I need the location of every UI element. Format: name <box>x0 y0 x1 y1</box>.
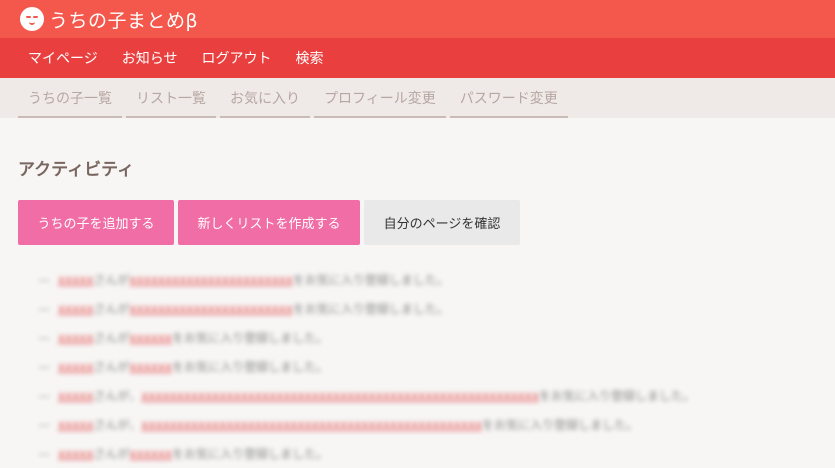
activity-text: さんが、 <box>93 389 142 403</box>
activity-item-link[interactable]: xxxxxxxxxxxxxxxxxxxxxxx <box>130 273 293 287</box>
activity-text: さんが <box>93 331 130 345</box>
activity-text: さんが <box>93 447 130 461</box>
list-item: — xxxxx さんが、 xxxxxxxxxxxxxxxxxxxxxxxxxxx… <box>38 388 695 404</box>
tab-profile-edit[interactable]: プロフィール変更 <box>314 88 446 118</box>
activity-text: をお気に入り登録しました。 <box>172 331 329 345</box>
list-item: — xxxxx さんが xxxxxx をお気に入り登録しました。 <box>38 359 329 375</box>
activity-text: をお気に入り登録しました。 <box>292 302 449 316</box>
activity-user-link[interactable]: xxxxx <box>58 331 94 345</box>
activity-text: をお気に入り登録しました。 <box>482 418 639 432</box>
activity-item-link[interactable]: xxxxxxxxxxxxxxxxxxxxxxxxxxxxxxxxxxxxxxxx… <box>141 418 482 432</box>
activity-user-link[interactable]: xxxxx <box>58 418 94 432</box>
add-child-button[interactable]: うちの子を追加する <box>18 200 174 245</box>
activity-item-link[interactable]: xxxxxx <box>130 447 173 461</box>
list-item: — xxxxx さんが xxxxxxxxxxxxxxxxxxxxxxx をお気に… <box>38 301 449 317</box>
smiley-logo-icon[interactable] <box>20 7 44 31</box>
nav-notices[interactable]: お知らせ <box>122 48 178 68</box>
activity-list: — xxxxx さんが xxxxxxxxxxxxxxxxxxxxxxx をお気に… <box>38 265 817 468</box>
main-nav: マイページ お知らせ ログアウト 検索 <box>0 38 835 78</box>
activity-user-link[interactable]: xxxxx <box>58 360 94 374</box>
activity-user-link[interactable]: xxxxx <box>58 447 94 461</box>
main-content: アクティビティ うちの子を追加する 新しくリストを作成する 自分のページを確認 … <box>0 155 835 468</box>
nav-logout[interactable]: ログアウト <box>201 48 271 68</box>
nav-search[interactable]: 検索 <box>295 48 323 68</box>
my-page-button[interactable]: 自分のページを確認 <box>364 200 520 245</box>
activity-text: さんが <box>93 360 130 374</box>
tab-list-list[interactable]: リスト一覧 <box>126 88 216 118</box>
activity-user-link[interactable]: xxxxx <box>58 389 94 403</box>
activity-title: アクティビティ <box>18 160 135 180</box>
tab-children-list[interactable]: うちの子一覧 <box>18 88 122 118</box>
site-logo-text[interactable]: うちの子まとめβ <box>49 6 198 33</box>
activity-item-link[interactable]: xxxxxxxxxxxxxxxxxxxxxxx <box>130 302 293 316</box>
activity-user-link[interactable]: xxxxx <box>58 302 94 316</box>
sub-nav: うちの子一覧 リスト一覧 お気に入り プロフィール変更 パスワード変更 <box>0 78 835 118</box>
nav-mypage[interactable]: マイページ <box>28 48 98 68</box>
activity-text: さんが <box>93 273 130 287</box>
activity-text: をお気に入り登録しました。 <box>172 360 329 374</box>
activity-text: をお気に入り登録しました。 <box>538 389 695 403</box>
activity-text: さんが、 <box>93 418 142 432</box>
activity-user-link[interactable]: xxxxx <box>58 273 94 287</box>
list-item: — xxxxx さんが xxxxxx をお気に入り登録しました。 <box>38 446 329 462</box>
activity-text: さんが <box>93 302 130 316</box>
create-list-button[interactable]: 新しくリストを作成する <box>178 200 360 245</box>
action-buttons: うちの子を追加する 新しくリストを作成する 自分のページを確認 <box>18 200 817 245</box>
tab-password-edit[interactable]: パスワード変更 <box>449 88 568 118</box>
activity-text: をお気に入り登録しました。 <box>172 447 329 461</box>
activity-item-link[interactable]: xxxxxxxxxxxxxxxxxxxxxxxxxxxxxxxxxxxxxxxx… <box>141 389 539 403</box>
activity-item-link[interactable]: xxxxxx <box>130 360 173 374</box>
activity-text: をお気に入り登録しました。 <box>292 273 449 287</box>
list-item: — xxxxx さんが xxxxxxxxxxxxxxxxxxxxxxx をお気に… <box>38 272 449 288</box>
tab-favorites[interactable]: お気に入り <box>220 88 310 118</box>
list-item: — xxxxx さんが xxxxxx をお気に入り登録しました。 <box>38 330 329 346</box>
activity-item-link[interactable]: xxxxxx <box>130 331 173 345</box>
site-header: うちの子まとめβ <box>0 0 835 38</box>
list-item: — xxxxx さんが、 xxxxxxxxxxxxxxxxxxxxxxxxxxx… <box>38 417 639 433</box>
